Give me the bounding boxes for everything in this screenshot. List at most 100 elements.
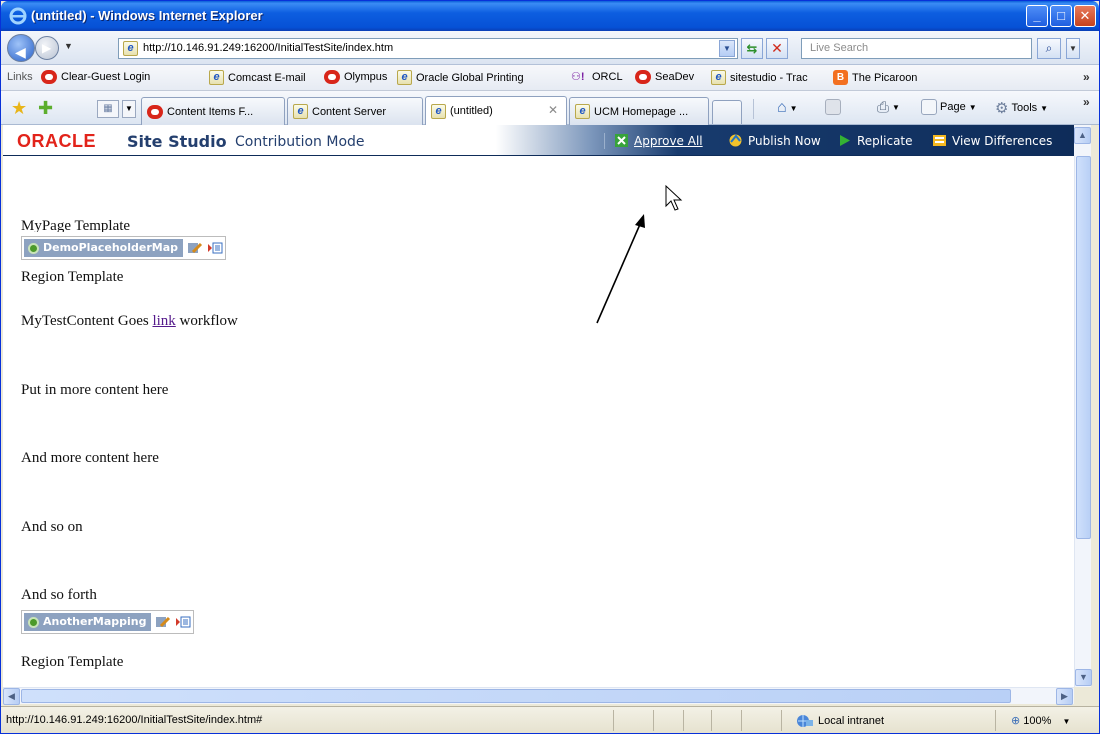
vertical-scroll-thumb[interactable] <box>1076 156 1091 539</box>
address-field[interactable]: e http://10.146.91.249:16200/InitialTest… <box>118 38 738 59</box>
product-name: Site Studio <box>127 132 227 151</box>
region-placeholder-toolbar[interactable]: DemoPlaceholderMap <box>21 236 227 260</box>
edit-pencil-icon[interactable] <box>155 614 171 630</box>
tab-untitled[interactable]: e (untitled) ✕ <box>425 96 567 125</box>
search-icon[interactable]: ⌕ <box>1037 38 1061 59</box>
security-zone[interactable]: Local intranet <box>796 714 884 728</box>
region-placeholder-label[interactable]: DemoPlaceholderMap <box>24 239 184 257</box>
tab-list-dropdown-icon[interactable]: ▼ <box>122 100 136 118</box>
link-seadev[interactable]: SeaDev <box>635 70 694 84</box>
title-bar[interactable]: (untitled) - Windows Internet Explorer _… <box>1 1 1099 31</box>
back-arrow-icon: ◀ <box>15 44 26 60</box>
region-list-icon[interactable] <box>207 240 223 256</box>
region-placeholder-toolbar-2[interactable]: AnotherMapping <box>21 610 195 634</box>
address-url[interactable]: http://10.146.91.249:16200/InitialTestSi… <box>143 42 393 54</box>
status-bar: http://10.146.91.249:16200/InitialTestSi… <box>1 706 1099 733</box>
status-divider <box>683 710 684 731</box>
approve-icon <box>615 134 628 147</box>
history-dropdown-icon[interactable]: ▼ <box>64 41 73 51</box>
ie-page-icon: e <box>397 70 412 85</box>
scroll-right-icon[interactable]: ▶ <box>1056 688 1073 705</box>
link-label: The Picaroon <box>852 71 918 84</box>
ie-page-icon: e <box>431 103 446 119</box>
link-clear-guest-login[interactable]: Clear-Guest Login <box>41 70 150 84</box>
link-olympus[interactable]: Olympus <box>324 70 387 84</box>
zoom-level[interactable]: ⊕ 100% ▼ <box>1011 714 1070 727</box>
replicate-button[interactable]: Replicate <box>837 133 913 148</box>
status-url: http://10.146.91.249:16200/InitialTestSi… <box>6 714 263 726</box>
new-tab-button[interactable] <box>712 100 742 124</box>
address-dropdown-icon[interactable]: ▼ <box>719 40 735 57</box>
page-menu-label: Page <box>940 101 966 113</box>
home-button[interactable]: ⌂ ▼ <box>777 99 798 117</box>
compare-icon <box>933 135 946 146</box>
content-link[interactable]: link <box>152 313 175 329</box>
approve-all-button[interactable]: Approve All <box>614 133 703 148</box>
tab-content-items[interactable]: Content Items F... <box>141 97 285 125</box>
vertical-scrollbar[interactable]: ▼ <box>1074 156 1092 687</box>
commandbar-overflow-chevron-icon[interactable]: » <box>1083 95 1090 109</box>
region-list-icon[interactable] <box>175 614 191 630</box>
region-placeholder-label[interactable]: AnotherMapping <box>24 613 152 631</box>
view-differences-button[interactable]: View Differences <box>932 133 1052 148</box>
scroll-down-icon[interactable]: ▼ <box>1075 669 1092 686</box>
favorites-star-icon[interactable]: ★ <box>11 98 27 119</box>
scroll-up-icon[interactable]: ▲ <box>1074 127 1091 144</box>
link-sitestudio-trac[interactable]: e sitestudio - Trac <box>711 70 808 85</box>
forward-button[interactable]: ▶ <box>35 36 59 60</box>
horizontal-scroll-thumb[interactable] <box>21 689 1011 703</box>
status-divider <box>781 710 782 731</box>
minimize-button[interactable]: _ <box>1026 5 1048 27</box>
quick-tabs-icon[interactable]: ▦ <box>97 100 119 118</box>
publish-icon <box>729 134 742 147</box>
dropdown-arrow-icon: ▼ <box>789 103 798 113</box>
print-button[interactable]: ⎙ ▼ <box>877 99 900 116</box>
zoom-label: 100% <box>1023 715 1052 727</box>
search-options-dropdown-icon[interactable]: ▼ <box>1066 38 1080 59</box>
content-paragraph-5: And so forth <box>21 587 97 603</box>
stop-icon[interactable]: ✕ <box>766 38 788 59</box>
toolbar-separator <box>753 99 754 119</box>
tools-menu-label: Tools <box>1011 102 1038 114</box>
yahoo-logo-icon: ⚇! <box>571 71 585 83</box>
forward-arrow-icon: ▶ <box>42 41 52 55</box>
ie-page-icon: e <box>209 70 224 85</box>
horizontal-scrollbar[interactable]: ◀ ▶ <box>3 687 1074 705</box>
tab-ucm-homepage[interactable]: e UCM Homepage ... <box>569 97 709 125</box>
browser-window: (untitled) - Windows Internet Explorer _… <box>0 0 1100 734</box>
page-icon <box>921 99 937 115</box>
zoom-icon: ⊕ <box>1011 715 1021 727</box>
dropdown-arrow-icon: ▼ <box>968 102 977 112</box>
link-orcl[interactable]: ⚇! ORCL <box>571 70 623 84</box>
tools-menu[interactable]: ⚙ Tools ▼ <box>995 99 1048 117</box>
link-label: Olympus <box>344 71 388 83</box>
play-icon <box>840 135 850 146</box>
maximize-button[interactable]: □ <box>1050 5 1072 27</box>
links-overflow-chevron-icon[interactable]: » <box>1083 70 1090 84</box>
link-comcast-email[interactable]: e Comcast E-mail <box>209 70 306 85</box>
link-oracle-global-printing[interactable]: e Oracle Global Printing <box>397 70 524 85</box>
feeds-button[interactable] <box>825 99 841 115</box>
tab-close-icon[interactable]: ✕ <box>548 103 558 117</box>
refresh-icon[interactable]: ⇆ <box>741 38 763 59</box>
oracle-logo-icon <box>147 104 163 119</box>
dropdown-arrow-icon: ▼ <box>892 103 900 112</box>
close-button[interactable]: ✕ <box>1074 5 1096 27</box>
search-input[interactable]: Live Search <box>801 38 1032 59</box>
ie-page-icon: e <box>575 104 590 119</box>
mode-label: Contribution Mode <box>235 134 365 150</box>
publish-now-button[interactable]: Publish Now <box>728 133 821 148</box>
back-button[interactable]: ◀ <box>7 34 35 62</box>
link-the-picaroon[interactable]: B The Picaroon <box>833 70 917 85</box>
tab-content-server[interactable]: e Content Server <box>287 97 423 125</box>
content-paragraph: MyTestContent Goes link workflow <box>21 313 238 330</box>
approve-all-label: Approve All <box>634 133 703 148</box>
tab-label: UCM Homepage ... <box>594 105 689 118</box>
edit-pencil-icon[interactable] <box>187 240 203 256</box>
add-favorite-icon[interactable]: ✚ <box>38 98 53 119</box>
content-paragraph-2: Put in more content here <box>21 382 169 398</box>
page-menu[interactable]: Page ▼ <box>921 99 977 115</box>
page-template-heading: MyPage Template <box>21 218 131 234</box>
blogger-logo-icon: B <box>833 70 848 85</box>
scroll-left-icon[interactable]: ◀ <box>3 688 20 705</box>
